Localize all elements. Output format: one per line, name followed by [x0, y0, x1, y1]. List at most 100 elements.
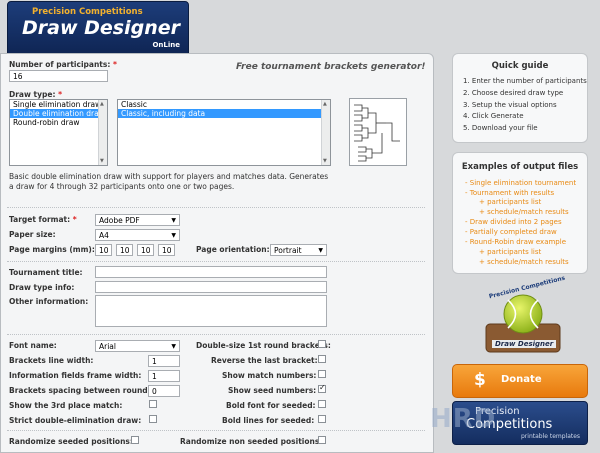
show-match-numbers-checkbox[interactable] — [318, 370, 326, 378]
logo-title: Draw Designer — [22, 17, 180, 39]
tournament-title-label: Tournament title: — [9, 268, 83, 277]
randomize-nonseeded-label: Randomize non seeded positions: — [180, 437, 323, 446]
strict-double-checkbox[interactable] — [149, 415, 157, 423]
show-seed-numbers-label: Show seed numbers: — [228, 386, 317, 395]
examples-panel: Examples of output files - Single elimin… — [452, 152, 588, 274]
bracket-spacing-label: Brackets spacing between rounds: — [9, 386, 156, 395]
paper-size-select[interactable]: A4 ▼ — [95, 229, 180, 241]
orientation-label: Page orientation: — [196, 245, 270, 254]
draw-type-info-label: Draw type info: — [9, 283, 75, 292]
examples-title: Examples of output files — [461, 162, 579, 172]
donate-button[interactable]: $ Donate — [452, 364, 588, 398]
draw-style-listbox[interactable]: Classic Classic, including data ▲ ▼ — [117, 99, 331, 166]
tagline: Free tournament brackets generator! — [236, 62, 426, 72]
dollar-icon: $ — [474, 370, 486, 390]
bracket-line-width-input[interactable]: 1 — [148, 355, 180, 367]
paper-size-label: Paper size: — [9, 230, 56, 239]
example-link[interactable]: - Single elimination tournament — [465, 179, 576, 187]
bracket-spacing-input[interactable]: 0 — [148, 385, 180, 397]
scrollbar[interactable]: ▲ ▼ — [321, 100, 330, 165]
margin-bottom-input[interactable]: 10 — [137, 244, 154, 256]
chevron-down-icon: ▼ — [171, 232, 176, 239]
logo-company: Precision Competitions — [32, 7, 143, 17]
info-frame-width-input[interactable]: 1 — [148, 370, 180, 382]
example-sublink[interactable]: + participants list — [479, 198, 541, 206]
double-size-label: Double-size 1st round brackets: — [196, 341, 331, 350]
badge-bottom-text: Draw Designer — [492, 340, 557, 348]
example-link[interactable]: - Tournament with results — [465, 189, 554, 197]
draw-style-option[interactable]: Classic — [118, 100, 330, 109]
reverse-last-label: Reverse the last bracket: — [211, 356, 318, 365]
chevron-down-icon: ▼ — [171, 343, 176, 350]
logo-online: OnLine — [152, 41, 180, 49]
scroll-up-icon[interactable]: ▲ — [100, 101, 104, 107]
show-3rd-place-label: Show the 3rd place match: — [9, 401, 123, 410]
chevron-down-icon: ▼ — [171, 217, 176, 224]
banner-line3: printable templates — [521, 433, 581, 440]
orientation-select[interactable]: Portrait ▼ — [270, 244, 327, 256]
divider — [7, 261, 425, 262]
divider — [7, 430, 425, 431]
reverse-last-checkbox[interactable] — [318, 355, 326, 363]
double-size-checkbox[interactable] — [318, 340, 326, 348]
donate-label: Donate — [501, 374, 542, 385]
draw-type-listbox[interactable]: Single elimination draw Double eliminati… — [9, 99, 108, 166]
draw-type-option-selected[interactable]: Double elimination draw — [10, 109, 107, 118]
quick-guide-step: 1. Enter the number of participants — [463, 77, 587, 85]
example-link[interactable]: - Draw divided into 2 pages — [465, 218, 562, 226]
bracket-preview-image — [349, 98, 407, 166]
draw-description: Basic double elimination draw with suppo… — [9, 172, 329, 191]
chevron-down-icon: ▼ — [318, 247, 323, 254]
page-margins-label: Page margins (mm): — [9, 245, 95, 254]
target-format-select[interactable]: Adobe PDF ▼ — [95, 214, 180, 226]
example-link[interactable]: - Partially completed draw — [465, 228, 557, 236]
tournament-title-input[interactable] — [95, 266, 327, 278]
show-match-numbers-label: Show match numbers: — [222, 371, 317, 380]
divider — [7, 207, 425, 208]
draw-designer-badge[interactable]: Precision Competitions Draw Designer — [478, 275, 568, 356]
quick-guide-title: Quick guide — [491, 61, 549, 71]
info-frame-width-label: Information fields frame width: — [9, 371, 142, 380]
scroll-down-icon[interactable]: ▼ — [323, 158, 327, 164]
draw-type-info-input[interactable] — [95, 281, 327, 293]
watermark: HRD — [430, 404, 497, 434]
other-info-label: Other information: — [9, 297, 89, 306]
randomize-seeded-label: Randomize seeded positions: — [9, 437, 133, 446]
other-info-textarea[interactable] — [95, 295, 327, 327]
bold-seeded-label: Bold font for seeded: — [226, 401, 316, 410]
font-name-label: Font name: — [9, 341, 57, 350]
show-seed-numbers-checkbox[interactable] — [318, 383, 326, 393]
draw-type-label: Draw type: * — [9, 90, 63, 99]
participants-input[interactable]: 16 — [9, 70, 108, 82]
show-3rd-place-checkbox[interactable] — [149, 400, 157, 408]
example-sublink[interactable]: + schedule/match results — [479, 258, 569, 266]
margin-right-input[interactable]: 10 — [116, 244, 133, 256]
strict-double-label: Strict double-elimination draw: — [9, 416, 142, 425]
quick-guide-step: 4. Click Generate — [463, 112, 524, 120]
margin-left-input[interactable]: 10 — [158, 244, 175, 256]
quick-guide-panel: Quick guide 1. Enter the number of parti… — [452, 53, 588, 143]
bracket-line-width-label: Brackets line width: — [9, 356, 94, 365]
bold-lines-checkbox[interactable] — [318, 415, 326, 423]
draw-type-option[interactable]: Single elimination draw — [10, 100, 107, 109]
quick-guide-step: 3. Setup the visual options — [463, 101, 557, 109]
bold-lines-label: Bold lines for seeded: — [222, 416, 315, 425]
scroll-up-icon[interactable]: ▲ — [323, 101, 327, 107]
example-sublink[interactable]: + schedule/match results — [479, 208, 569, 216]
randomize-seeded-checkbox[interactable] — [131, 436, 139, 444]
participants-label: Number of participants: * — [9, 60, 117, 69]
example-link[interactable]: - Round-Robin draw example — [465, 238, 566, 246]
scroll-down-icon[interactable]: ▼ — [100, 158, 104, 164]
quick-guide-step: 2. Choose desired draw type — [463, 89, 564, 97]
target-format-label: Target format: * — [9, 215, 77, 224]
draw-style-option-selected[interactable]: Classic, including data — [118, 109, 330, 118]
draw-type-option[interactable]: Round-robin draw — [10, 118, 107, 127]
scrollbar[interactable]: ▲ ▼ — [98, 100, 107, 165]
divider — [7, 334, 425, 335]
margin-top-input[interactable]: 10 — [95, 244, 112, 256]
app-logo[interactable]: Precision Competitions Draw Designer OnL… — [7, 1, 189, 55]
randomize-nonseeded-checkbox[interactable] — [318, 436, 326, 444]
bold-seeded-checkbox[interactable] — [318, 400, 326, 408]
font-name-select[interactable]: Arial ▼ — [95, 340, 180, 352]
example-sublink[interactable]: + participants list — [479, 248, 541, 256]
